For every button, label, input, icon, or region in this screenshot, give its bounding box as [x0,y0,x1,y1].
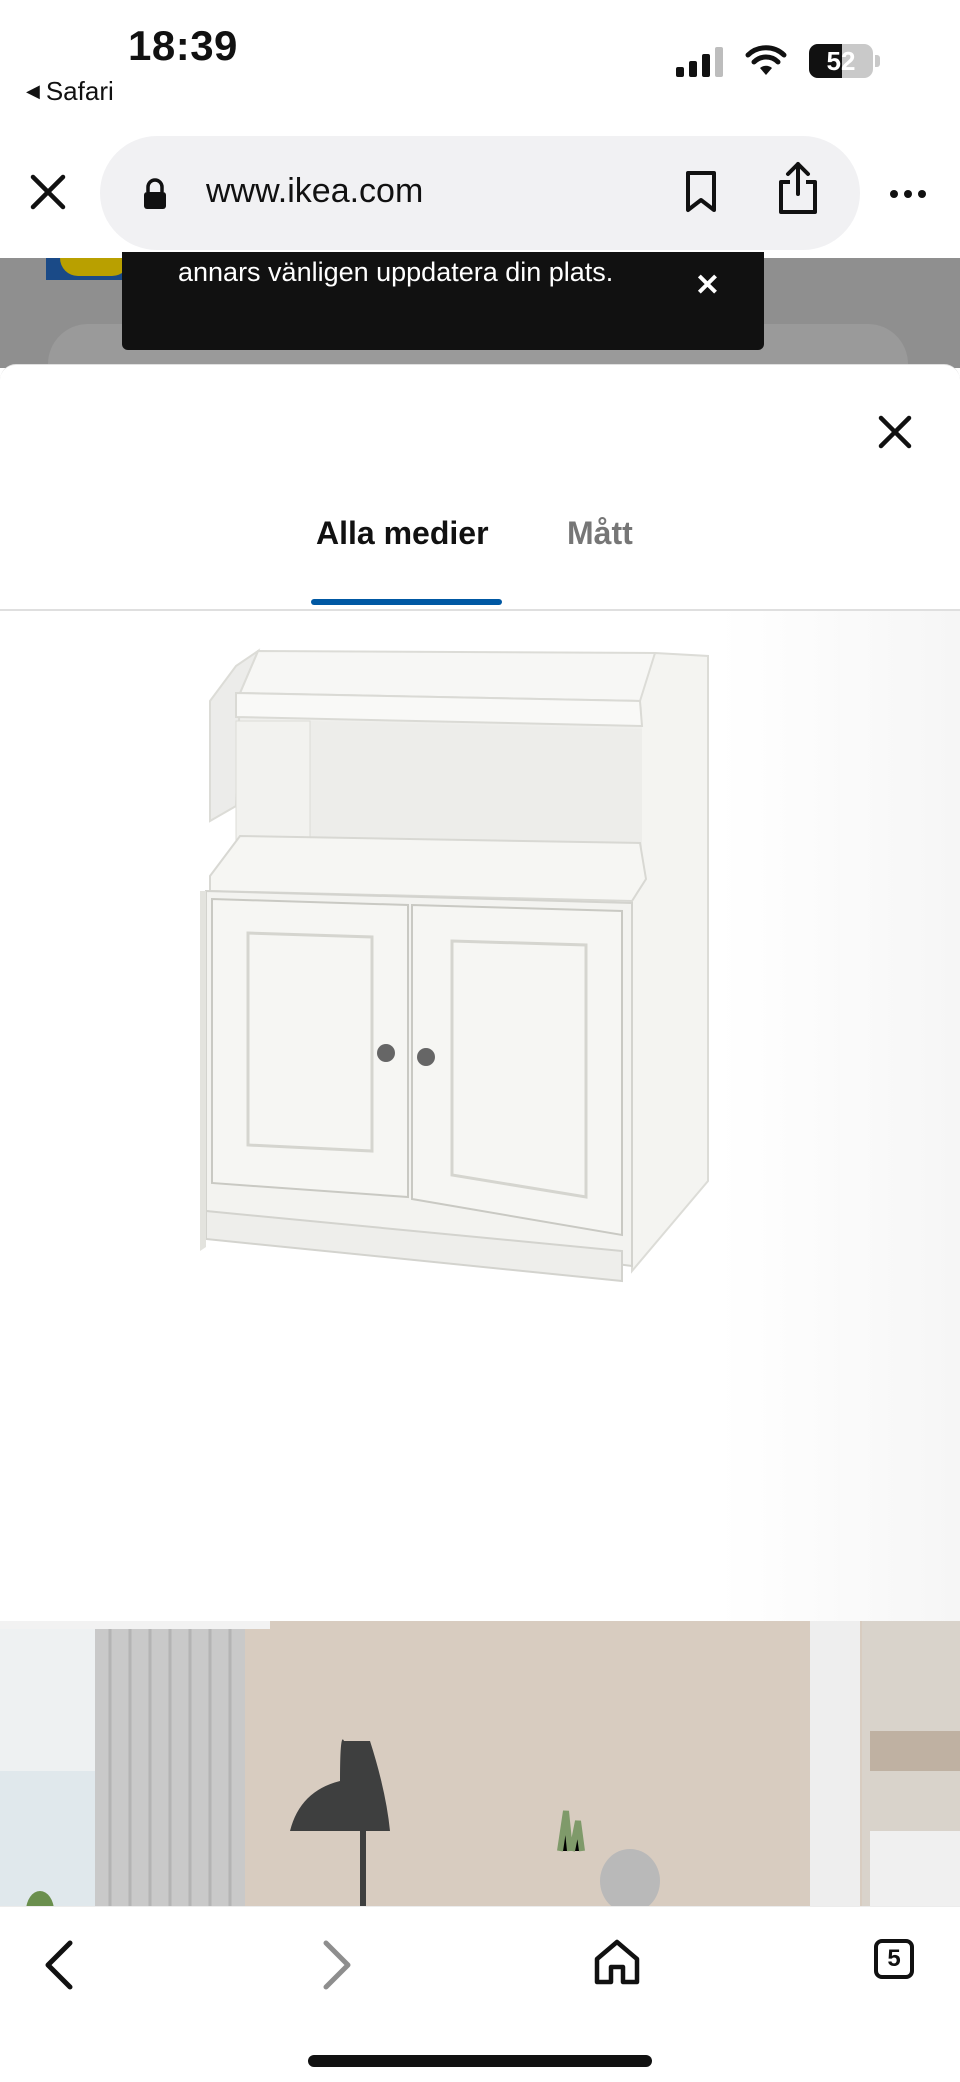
back-icon[interactable] [40,1937,80,1993]
modal-close-icon[interactable] [876,413,914,451]
tab-count: 5 [887,1945,901,1972]
battery-tip [875,55,880,67]
url-text: www.ikea.com [206,172,424,210]
room-scene-illustration [0,1621,960,1907]
media-tabs: Alla medier Mått [0,515,960,611]
status-bar: 18:39 ◀ Safari 52 [0,0,960,130]
bookmark-icon[interactable] [684,170,718,214]
tab-all-media[interactable]: Alla medier [316,515,489,552]
back-app-label: Safari [45,76,114,106]
share-icon[interactable] [776,160,820,216]
product-image[interactable] [0,611,960,1621]
tab-dimensions[interactable]: Mått [567,515,633,552]
room-scene-image[interactable] [0,1621,960,1907]
status-time: 18:39 [128,22,238,69]
ikea-logo-ellipse [60,258,130,276]
home-indicator [308,2055,652,2067]
battery-icon: 52 [809,44,873,78]
home-icon[interactable] [592,1937,642,1987]
media-modal: Alla medier Mått [0,364,960,1907]
cabinet-illustration [200,648,709,1283]
lock-icon [144,178,166,209]
toast-message: annars vänligen uppdatera din plats. [178,257,614,287]
wifi-icon [745,45,787,75]
battery-percent: 52 [826,45,856,76]
tabs-icon[interactable]: 5 [874,1939,914,1979]
browser-toolbar: 5 [0,1906,960,2082]
back-triangle-icon: ◀ [26,81,40,101]
url-field[interactable]: www.ikea.com [100,136,860,250]
toast-close-icon[interactable]: ✕ [695,268,720,303]
back-to-app-link[interactable]: ◀ Safari [26,76,114,107]
cellular-signal-icon [676,45,723,77]
location-toast: annars vänligen uppdatera din plats. ✕ [122,252,764,350]
close-icon[interactable] [28,172,68,212]
forward-icon[interactable] [316,1937,356,1993]
browser-address-bar: www.ikea.com [0,130,960,258]
more-icon[interactable] [890,190,926,198]
status-indicators: 52 [676,44,880,78]
active-tab-indicator [311,599,502,605]
